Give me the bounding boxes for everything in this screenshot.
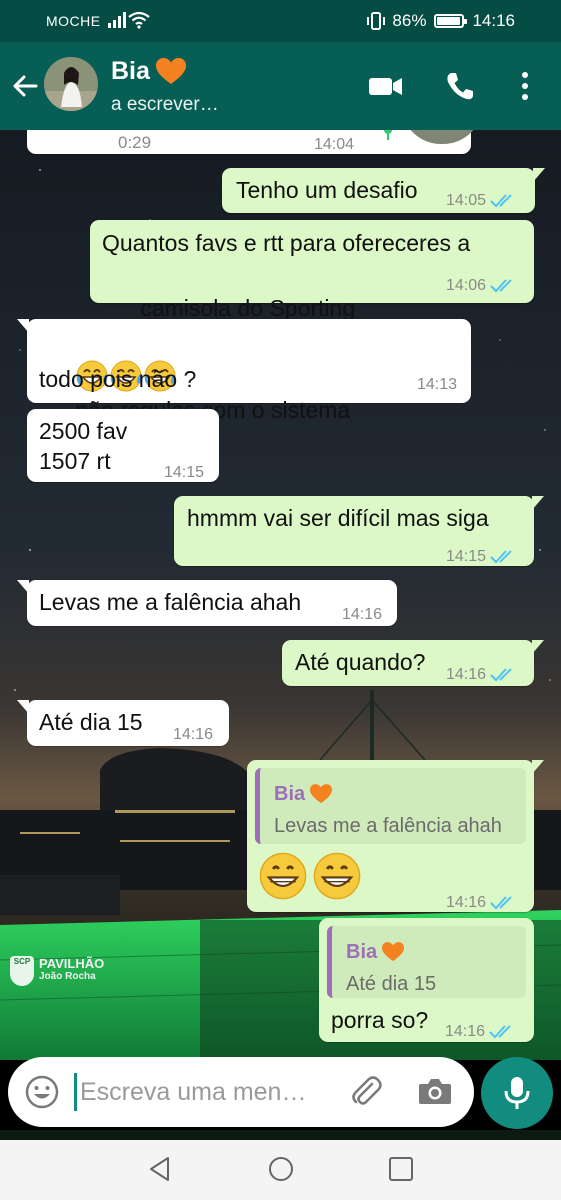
camera-icon[interactable] (418, 1076, 452, 1106)
bottom-strip (0, 1130, 561, 1140)
read-ticks-icon (489, 1025, 511, 1039)
nav-home-icon[interactable] (267, 1155, 295, 1183)
more-options-icon[interactable] (515, 70, 535, 102)
pavilion-sign: PAVILHÃO João Rocha (39, 956, 105, 982)
chat-area[interactable]: SCP PAVILHÃO João Rocha 0:29 14:04 Tenho… (0, 130, 561, 1060)
quote-text: Levas me a falência ahah (274, 815, 502, 837)
quoted-message[interactable]: Bia Até dia 15 (327, 926, 526, 998)
paperclip-icon[interactable] (348, 1074, 384, 1110)
voice-record-button[interactable] (481, 1057, 553, 1129)
message-meta: 14:05 (446, 185, 516, 217)
message-time: 14:05 (446, 192, 487, 209)
nav-back-icon[interactable] (146, 1155, 174, 1183)
avatar[interactable] (44, 57, 98, 111)
chat-header: Bia a escrever… (0, 42, 561, 130)
typing-status: a escrever… (111, 94, 219, 115)
battery-percent: 86% (392, 11, 427, 30)
message-time: 14:15 (446, 548, 487, 565)
read-ticks-icon (490, 668, 512, 682)
carrier-label: MOCHE (46, 13, 101, 29)
message-bubble-incoming[interactable]: 2500 fav 1507 rt 14:15 (27, 409, 219, 482)
read-ticks-icon (490, 194, 512, 208)
message-bubble-incoming[interactable]: não regulas com o sistema todo pois não … (17, 319, 471, 423)
quote-author: Bia (274, 778, 333, 810)
signal-icon (108, 12, 126, 28)
message-meta: 14:15 (446, 541, 516, 573)
quoted-message[interactable]: Bia Levas me a falência ahah (255, 768, 526, 844)
clock: 14:16 (472, 11, 515, 30)
video-call-icon[interactable] (368, 70, 404, 102)
read-ticks-icon (490, 279, 512, 293)
message-time: 14:13 (417, 376, 458, 393)
message-bubble-outgoing[interactable]: Tenho um desafio 14:05 (222, 168, 545, 213)
message-text: Tenho um desafio (236, 177, 418, 203)
message-time: 14:04 (314, 136, 355, 153)
wifi-icon (128, 11, 150, 29)
vibrate-icon (367, 12, 386, 30)
message-composer[interactable] (8, 1057, 474, 1127)
read-ticks-icon (490, 550, 512, 564)
message-text-line2: 1507 rt (39, 448, 111, 474)
microphone-icon (504, 1077, 530, 1109)
message-input[interactable] (80, 1069, 330, 1115)
read-ticks-icon (490, 896, 512, 910)
back-arrow-icon[interactable] (8, 68, 44, 104)
message-text: hmmm vai ser difícil mas siga (187, 505, 489, 531)
message-bubble-outgoing[interactable]: Até quando? 14:16 (282, 640, 544, 686)
system-nav-bar (0, 1140, 561, 1200)
grinning-face-icon (314, 852, 361, 900)
message-text: Levas me a falência ahah (39, 589, 302, 615)
voice-call-icon[interactable] (444, 70, 476, 102)
mic-indicator-icon (384, 130, 392, 140)
emoji-picker-icon[interactable] (24, 1074, 60, 1110)
message-text-line1: 2500 fav (39, 418, 128, 444)
message-text: Até dia 15 (39, 709, 143, 735)
message-bubble-outgoing-reply[interactable]: Bia Levas me a falência ahah 14:16 (247, 760, 544, 912)
message-time: 14:16 (342, 606, 383, 623)
message-meta: 14:16 (446, 887, 516, 919)
quote-author: Bia (346, 936, 405, 968)
message-time: 14:16 (173, 726, 214, 743)
message-time: 14:16 (445, 1023, 486, 1040)
contact-name[interactable]: Bia (111, 57, 186, 86)
text-caret (74, 1073, 77, 1111)
message-time: 14:06 (446, 277, 487, 294)
emoji-row (259, 852, 361, 908)
message-text-line2: todo pois não ? (39, 366, 197, 392)
orange-heart-icon (310, 784, 333, 804)
message-meta: 14:06 (446, 270, 516, 302)
message-text: porra so? (331, 1007, 429, 1033)
message-text: Até quando? (295, 649, 426, 675)
grinning-face-icon (259, 852, 307, 900)
message-bubble-outgoing[interactable]: Quantos favs e rtt para ofereceres a cam… (90, 220, 534, 358)
orange-heart-icon (155, 58, 186, 84)
audio-duration: 0:29 (118, 133, 152, 152)
message-meta: 14:16 (446, 659, 516, 691)
audio-avatar (401, 130, 483, 144)
message-bubble-incoming[interactable]: Até dia 15 14:16 (17, 700, 229, 746)
status-bar: MOCHE 86% 14:16 (0, 0, 561, 42)
orange-heart-icon (382, 942, 405, 962)
message-bubble-incoming[interactable]: 0:29 14:04 (27, 130, 483, 154)
battery-icon (434, 14, 468, 28)
message-meta: 14:16 (445, 1016, 515, 1048)
message-bubble-outgoing-reply[interactable]: Bia Até dia 15 porra so? 14:16 (319, 918, 534, 1042)
nav-recents-icon[interactable] (387, 1155, 415, 1183)
message-bubble-incoming[interactable]: Levas me a falência ahah 14:16 (17, 580, 397, 626)
message-time: 14:15 (164, 464, 205, 481)
club-badge: SCP (10, 956, 34, 986)
message-time: 14:16 (446, 894, 487, 911)
message-time: 14:16 (446, 666, 487, 683)
quote-text: Até dia 15 (346, 973, 437, 995)
message-text-line1: Quantos favs e rtt para ofereceres a (102, 230, 471, 256)
message-bubble-outgoing[interactable]: hmmm vai ser difícil mas siga 14:15 (174, 496, 544, 566)
status-right-group: 86% 14:16 (366, 11, 515, 31)
